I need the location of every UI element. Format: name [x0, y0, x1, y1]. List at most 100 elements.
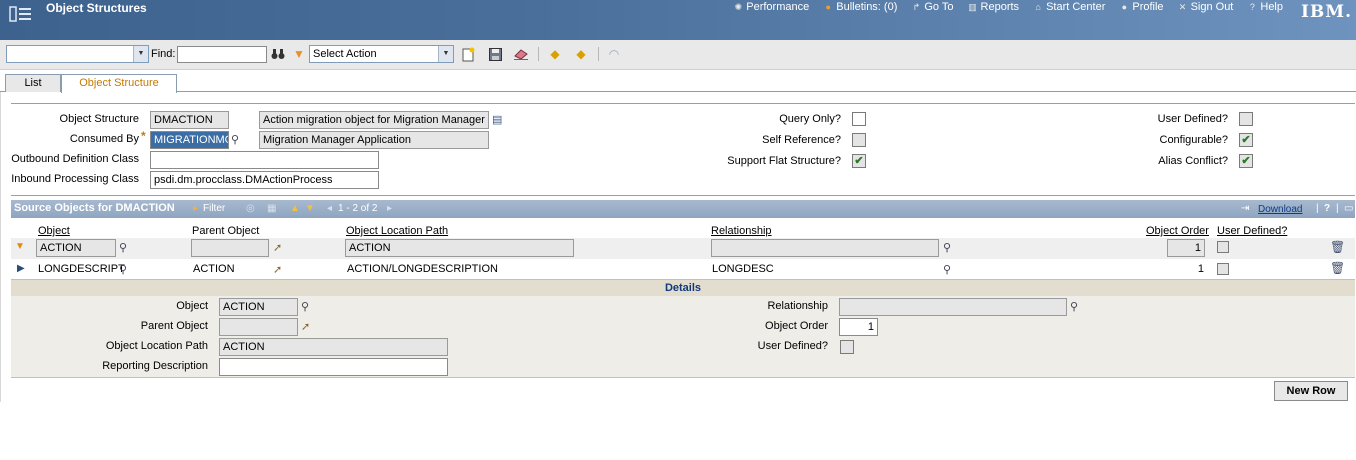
row-object-order-field[interactable]: 1 [1167, 239, 1205, 257]
go-to-arrow-icon[interactable]: ➚ [301, 320, 310, 333]
details-parent-object-field[interactable] [219, 318, 298, 336]
go-to-arrow-icon[interactable]: ➚ [273, 241, 282, 254]
details-object-label: Object [176, 300, 208, 312]
chevron-down-icon: ▼ [438, 46, 453, 62]
row-user-defined-checkbox[interactable] [1217, 241, 1229, 253]
row-object-order-value: 1 [1197, 263, 1204, 275]
user-defined-label: User Defined? [1157, 113, 1228, 125]
self-reference-checkbox[interactable] [852, 133, 866, 147]
column-header-object-order[interactable]: Object Order [1146, 225, 1209, 237]
tab-bar [0, 72, 1356, 92]
previous-page-icon[interactable]: ▲ [290, 203, 300, 214]
details-object-order-field[interactable]: 1 [839, 318, 878, 336]
lookup-magnifier-icon[interactable]: ⚲ [119, 241, 127, 254]
divider [11, 103, 1355, 104]
clear-filter-icon[interactable]: ▦ [267, 203, 276, 214]
consumed-by-field[interactable]: MIGRATIONMGR [150, 131, 229, 149]
details-user-defined-label: User Defined? [757, 340, 828, 352]
long-description-icon[interactable]: ▤ [492, 113, 502, 126]
tab-list[interactable]: List [5, 74, 61, 92]
details-panel [11, 296, 1355, 378]
details-relationship-field[interactable] [839, 298, 1067, 316]
filter-button[interactable]: Filter [203, 203, 225, 214]
nav-bulletins[interactable]: ● Bulletins: (0) [816, 0, 904, 14]
minimize-icon[interactable]: ▭ [1344, 203, 1353, 214]
consumed-by-description[interactable]: Migration Manager Application [259, 131, 489, 149]
reports-icon: ▥ [968, 1, 977, 12]
signout-icon: ✕ [1178, 1, 1187, 12]
configurable-checkbox[interactable]: ✔ [1239, 133, 1253, 147]
tab-object-structure[interactable]: Object Structure [61, 74, 177, 93]
row-collapsed-icon[interactable]: ▶ [17, 263, 25, 274]
row-relationship-field[interactable] [711, 239, 939, 257]
lookup-magnifier-icon[interactable]: ⚲ [1070, 300, 1078, 313]
inbound-processing-field[interactable]: psdi.dm.procclass.DMActionProcess [150, 171, 379, 189]
download-link[interactable]: Download [1258, 204, 1302, 215]
filter-icon[interactable]: ▸ [193, 203, 198, 214]
column-header-object[interactable]: Object [38, 225, 70, 237]
details-object-field[interactable]: ACTION [219, 298, 298, 316]
row-expanded-icon[interactable]: ▼ [15, 241, 25, 252]
app-header: Object Structures ✺ Performance ● Bulletin… [0, 0, 1356, 40]
new-record-icon[interactable] [460, 46, 476, 62]
select-action-dropdown[interactable]: Select Action ▼ [309, 45, 454, 63]
go-to-arrow-icon[interactable]: ➚ [273, 263, 282, 276]
routing-icon[interactable]: ◠ [606, 46, 622, 62]
delete-trash-icon[interactable]: 🗑 [1330, 240, 1345, 254]
details-relationship-label: Relationship [767, 300, 828, 312]
nav-profile[interactable]: ● Profile [1112, 0, 1170, 14]
lookup-magnifier-icon[interactable]: ⚲ [943, 241, 951, 254]
column-header-user-defined[interactable]: User Defined? [1217, 225, 1287, 237]
clear-eraser-icon[interactable] [513, 46, 529, 62]
page-back-icon[interactable]: ◂ [327, 203, 332, 214]
outbound-definition-field[interactable] [150, 151, 379, 169]
nav-reports[interactable]: ▥ Reports [961, 0, 1027, 14]
details-header: Details [11, 279, 1355, 296]
lookup-magnifier-icon[interactable]: ⚲ [301, 300, 309, 313]
column-header-relationship[interactable]: Relationship [711, 225, 772, 237]
toolbar-separator [538, 47, 539, 61]
details-reporting-description-field[interactable] [219, 358, 448, 376]
nav-sign-out[interactable]: ✕ Sign Out [1171, 0, 1241, 14]
previous-arrow-icon[interactable]: ◆ [547, 46, 563, 62]
table-divider: | [1316, 203, 1319, 214]
lookup-magnifier-icon[interactable]: ⚲ [119, 263, 127, 276]
alias-conflict-checkbox[interactable]: ✔ [1239, 154, 1253, 168]
save-icon[interactable] [487, 46, 503, 62]
lookup-magnifier-icon[interactable]: ⚲ [231, 133, 239, 146]
nav-performance[interactable]: ✺ Performance [726, 0, 816, 14]
download-icon[interactable]: ⇥ [1241, 203, 1249, 214]
column-header-object-location-path[interactable]: Object Location Path [346, 225, 448, 237]
next-page-icon[interactable]: ▼ [305, 203, 315, 214]
funnel-icon[interactable]: ▼ [291, 46, 307, 62]
divider [11, 195, 1355, 196]
row-parent-object-field[interactable] [191, 239, 269, 257]
binoculars-icon[interactable] [270, 46, 286, 62]
new-row-button[interactable]: New Row [1274, 381, 1348, 401]
nav-start-center[interactable]: ⌂ Start Center [1026, 0, 1112, 14]
row-user-defined-checkbox[interactable] [1217, 263, 1229, 275]
query-only-label: Query Only? [779, 113, 841, 125]
query-only-checkbox[interactable] [852, 112, 866, 126]
self-reference-label: Self Reference? [762, 134, 841, 146]
details-object-location-path-field[interactable]: ACTION [219, 338, 448, 356]
support-flat-structure-checkbox[interactable]: ✔ [852, 154, 866, 168]
object-structure-field[interactable]: DMACTION [150, 111, 229, 129]
page-forward-icon[interactable]: ▸ [387, 203, 392, 214]
find-input[interactable] [177, 46, 267, 63]
saved-query-select[interactable]: ▼ [6, 45, 149, 63]
next-arrow-icon[interactable]: ◆ [573, 46, 589, 62]
paging-status: 1 - 2 of 2 [338, 203, 378, 214]
user-defined-checkbox[interactable] [1239, 112, 1253, 126]
row-object-location-path-field[interactable]: ACTION [345, 239, 574, 257]
binoculars-icon[interactable]: ◎ [246, 203, 255, 214]
help-icon[interactable]: ? [1324, 203, 1330, 214]
object-structure-description[interactable]: Action migration object for Migration Ma… [259, 111, 489, 129]
delete-trash-icon[interactable]: 🗑 [1330, 261, 1345, 275]
nav-help[interactable]: ? Help [1240, 0, 1290, 14]
details-user-defined-checkbox[interactable] [840, 340, 854, 354]
lookup-magnifier-icon[interactable]: ⚲ [943, 263, 951, 276]
nav-goto[interactable]: ↱ Go To [904, 0, 960, 14]
profile-icon: ● [1121, 2, 1128, 12]
row-object-field[interactable]: ACTION [36, 239, 116, 257]
